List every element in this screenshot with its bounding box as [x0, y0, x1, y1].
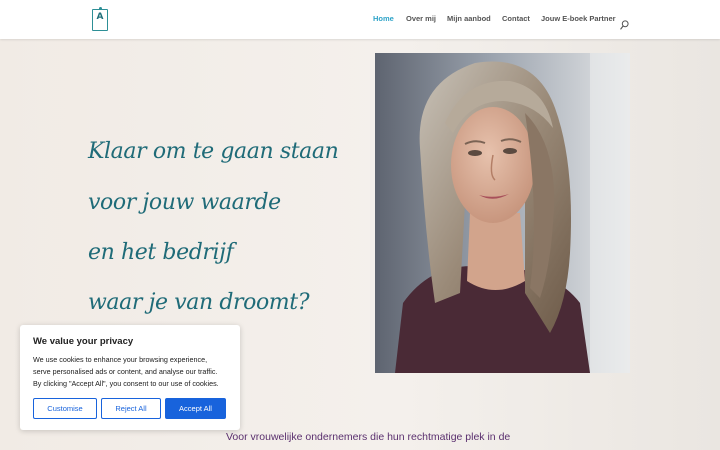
cookie-consent-banner: We value your privacy We use cookies to … [20, 325, 240, 430]
nav-item-jouw-e-boek-partner[interactable]: Jouw E-boek Partner [541, 14, 616, 23]
cookie-body-line-3: By clicking "Accept All", you consent to… [33, 379, 219, 388]
cookie-title: We value your privacy [33, 336, 134, 347]
accept-all-button[interactable]: Accept All [165, 398, 226, 419]
site-logo[interactable]: A [92, 7, 108, 31]
headline-line-2: voor jouw waarde [88, 190, 281, 215]
hero-subtext: Voor vrouwelijke ondernemers die hun rec… [226, 431, 511, 443]
hero-portrait-image [375, 53, 630, 373]
cookie-body: We use cookies to enhance your browsing … [33, 354, 233, 390]
cookie-body-line-2: serve personalised ads or content, and a… [33, 367, 218, 376]
headline-line-1: Klaar om te gaan staan [88, 139, 339, 164]
nav-item-contact[interactable]: Contact [502, 14, 530, 23]
nav-item-home[interactable]: Home [373, 14, 394, 23]
customise-button[interactable]: Customise [33, 398, 97, 419]
headline-line-3: en het bedrijf [88, 240, 234, 265]
site-header: A Home Over mij Mijn aanbod Contact Jouw… [0, 0, 720, 39]
logo-letter: A [96, 12, 104, 22]
logo-dot [99, 7, 102, 10]
reject-all-button[interactable]: Reject All [101, 398, 161, 419]
search-icon[interactable] [620, 15, 629, 30]
headline-line-4: waar je van droomt? [88, 290, 310, 315]
nav-item-mijn-aanbod[interactable]: Mijn aanbod [447, 14, 491, 23]
nav-item-over-mij[interactable]: Over mij [406, 14, 436, 23]
cookie-body-line-1: We use cookies to enhance your browsing … [33, 355, 208, 364]
